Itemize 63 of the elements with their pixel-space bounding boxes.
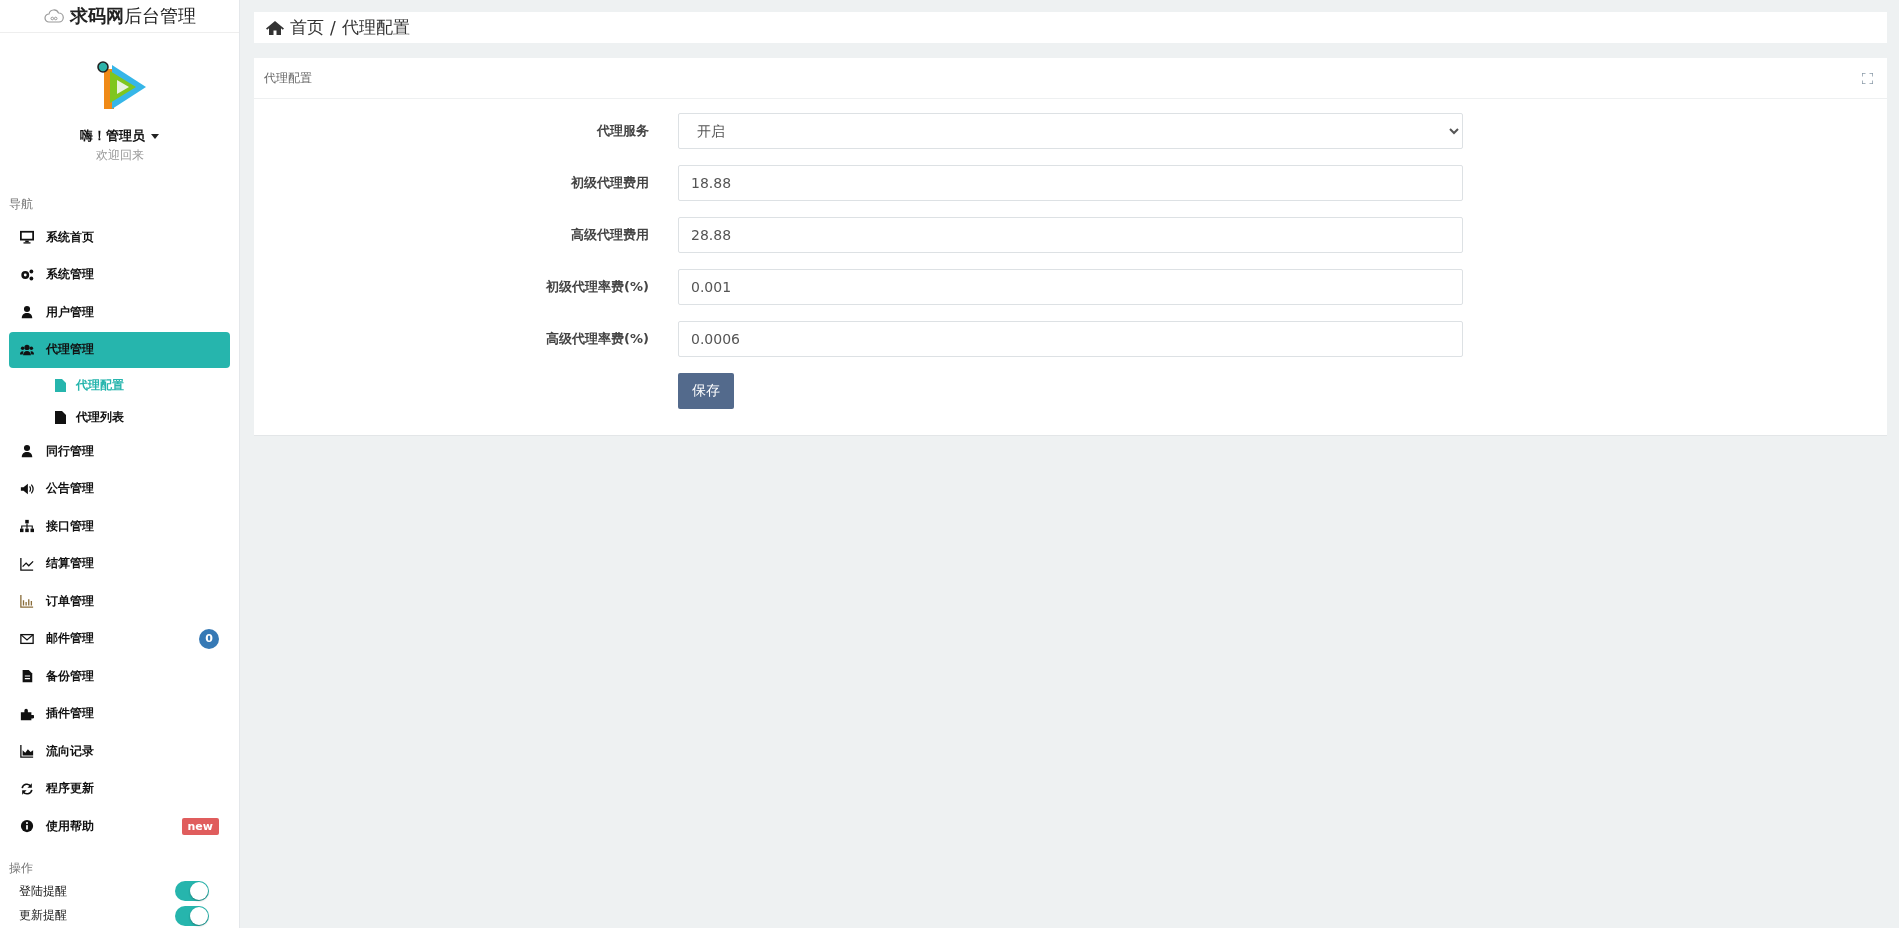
panel-title: 代理配置 bbox=[264, 69, 312, 87]
field-label: 初级代理率费(%) bbox=[545, 278, 649, 296]
user-icon bbox=[20, 444, 34, 459]
gears-icon bbox=[20, 267, 34, 282]
nav-item[interactable]: 程序更新 bbox=[9, 770, 230, 807]
field-label: 初级代理费用 bbox=[570, 174, 649, 192]
line-chart-icon bbox=[20, 556, 34, 571]
breadcrumb-item[interactable]: 首页 bbox=[290, 16, 324, 39]
field-label: 代理服务 bbox=[595, 122, 649, 140]
nav-item[interactable]: 备份管理 bbox=[9, 658, 230, 695]
nav-item[interactable]: 同行管理 bbox=[9, 433, 230, 470]
caret-icon[interactable] bbox=[151, 133, 159, 139]
submenu-item[interactable]: 代理列表 bbox=[9, 401, 230, 434]
user-greeting[interactable]: 嗨！管理员 bbox=[80, 127, 145, 146]
field-label: 高级代理率费(%) bbox=[545, 330, 649, 348]
nav-item[interactable]: 流向记录 bbox=[9, 733, 230, 770]
monitor-icon bbox=[20, 230, 34, 245]
breadcrumb-separator: / bbox=[330, 17, 336, 38]
fullscreen-icon[interactable] bbox=[1862, 72, 1873, 84]
nav-item[interactable]: 系统首页 bbox=[9, 219, 230, 256]
section-heading: 操作 bbox=[8, 859, 34, 877]
input-field[interactable]: 28.88 bbox=[678, 217, 1463, 253]
megaphone-icon bbox=[20, 481, 34, 496]
save-button[interactable]: 保存 bbox=[678, 373, 734, 409]
input-field[interactable]: 18.88 bbox=[678, 165, 1463, 201]
nav-item[interactable]: 订单管理 bbox=[9, 583, 230, 620]
nav-item[interactable]: 用户管理 bbox=[9, 294, 230, 331]
info-icon bbox=[20, 819, 34, 834]
toggle-switch[interactable] bbox=[175, 881, 209, 902]
bar-chart-icon bbox=[20, 594, 34, 609]
input-field[interactable]: 0.001 bbox=[678, 269, 1463, 305]
section-heading: 导航 bbox=[8, 196, 34, 214]
cloud-icon bbox=[43, 9, 64, 24]
user-icon bbox=[20, 305, 34, 320]
nav-item[interactable]: 公告管理 bbox=[9, 470, 230, 507]
nav-item[interactable]: 使用帮助 new bbox=[9, 808, 230, 845]
toggle-label: 登陆提醒 bbox=[19, 882, 67, 900]
nav-item[interactable]: 代理管理 bbox=[9, 331, 230, 368]
nav-item[interactable]: 邮件管理 0 bbox=[9, 620, 230, 657]
area-chart-icon bbox=[20, 744, 34, 759]
document-icon bbox=[55, 410, 66, 424]
refresh-icon bbox=[20, 781, 34, 796]
welcome-text: 欢迎回来 bbox=[95, 147, 144, 165]
breadcrumb-item: 代理配置 bbox=[341, 16, 410, 39]
users-icon bbox=[20, 342, 34, 357]
new-badge: new bbox=[181, 817, 219, 835]
site-title: 求码网后台管理 bbox=[69, 4, 196, 29]
toggle-label: 更新提醒 bbox=[19, 907, 67, 925]
nav-item[interactable]: 插件管理 bbox=[9, 695, 230, 732]
document-icon bbox=[20, 669, 34, 684]
document-icon bbox=[55, 378, 66, 392]
nav-item[interactable]: 系统管理 bbox=[9, 256, 230, 293]
nav-item[interactable]: 接口管理 bbox=[9, 508, 230, 545]
home-icon[interactable] bbox=[266, 19, 284, 36]
sitemap-icon bbox=[20, 519, 34, 534]
envelope-icon bbox=[20, 631, 34, 646]
toggle-switch[interactable] bbox=[175, 905, 209, 926]
count-badge: 0 bbox=[199, 628, 219, 649]
nav-item[interactable]: 结算管理 bbox=[9, 545, 230, 582]
select-field[interactable]: 开启 bbox=[678, 113, 1463, 149]
puzzle-icon bbox=[20, 706, 34, 721]
field-label: 高级代理费用 bbox=[570, 226, 649, 244]
input-field[interactable]: 0.0006 bbox=[678, 321, 1463, 357]
